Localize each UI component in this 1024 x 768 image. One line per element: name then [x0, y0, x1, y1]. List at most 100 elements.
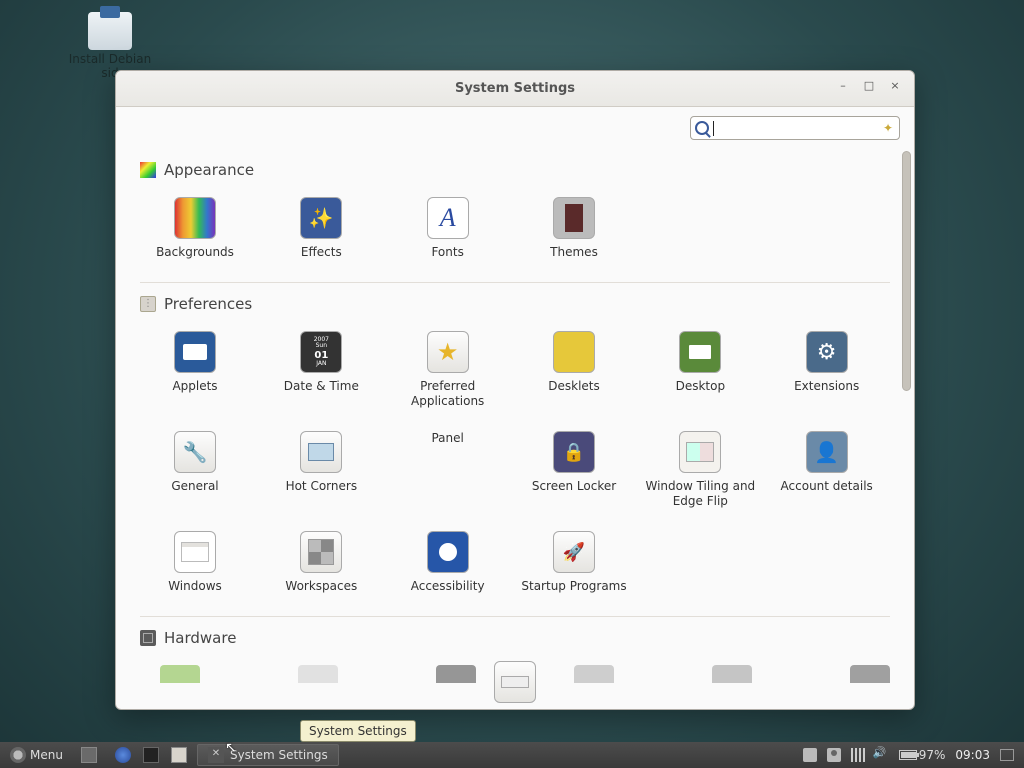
section-heading-label: Preferences: [164, 295, 252, 313]
settings-content: Appearance Backgrounds Effects A Fonts T: [116, 149, 914, 709]
settings-item-desktop[interactable]: Desktop: [645, 331, 755, 409]
settings-item-general[interactable]: General: [140, 431, 250, 509]
launcher-terminal[interactable]: [137, 744, 165, 766]
tiling-icon: [679, 431, 721, 473]
settings-item-label: Screen Locker: [519, 479, 629, 494]
hardware-section-icon: [140, 630, 156, 646]
settings-item-label: Startup Programs: [519, 579, 629, 594]
taskbar-item-label: System Settings: [230, 748, 328, 762]
taskbar-tooltip: System Settings: [300, 720, 416, 742]
windows-icon: [174, 531, 216, 573]
settings-item-label: Backgrounds: [140, 245, 250, 260]
calendar-icon: 2007 Sun 01 JAN: [300, 331, 342, 373]
search-box[interactable]: ✦: [690, 116, 900, 140]
search-input[interactable]: [714, 121, 881, 135]
settings-item-date-time[interactable]: 2007 Sun 01 JAN Date & Time: [266, 331, 376, 409]
settings-item-label: Desklets: [519, 379, 629, 394]
hot-corners-icon: [300, 431, 342, 473]
settings-item-label: Date & Time: [266, 379, 376, 394]
launcher-files[interactable]: [165, 744, 193, 766]
settings-item-desklets[interactable]: Desklets: [519, 331, 629, 409]
taskbar-item-system-settings[interactable]: System Settings: [197, 744, 339, 766]
settings-item-label: Accessibility: [393, 579, 503, 594]
titlebar[interactable]: System Settings – □ ×: [116, 71, 914, 107]
settings-item-label: Window Tiling and Edge Flip: [645, 479, 755, 509]
appearance-section-icon: [140, 162, 156, 178]
settings-item-fonts[interactable]: A Fonts: [393, 197, 503, 260]
user-icon: [806, 431, 848, 473]
system-tray: 97% 09:03: [803, 748, 1020, 762]
lock-icon: [553, 431, 595, 473]
workspaces-icon: [300, 531, 342, 573]
close-button[interactable]: ×: [888, 79, 902, 93]
settings-item-accessibility[interactable]: Accessibility: [393, 531, 503, 594]
settings-item-extensions[interactable]: Extensions: [772, 331, 882, 409]
section-heading-label: Hardware: [164, 629, 236, 647]
settings-item-effects[interactable]: Effects: [266, 197, 376, 260]
calendar-month: JAN: [314, 361, 329, 368]
fonts-icon: A: [427, 197, 469, 239]
section-heading-preferences: ⋮ Preferences: [140, 295, 890, 313]
settings-item-label: Windows: [140, 579, 250, 594]
section-heading-hardware: Hardware: [140, 629, 890, 647]
maximize-button[interactable]: □: [862, 79, 876, 93]
settings-item-label: Account details: [772, 479, 882, 494]
settings-item-hot-corners[interactable]: Hot Corners: [266, 431, 376, 509]
settings-item-account-details[interactable]: Account details: [772, 431, 882, 509]
system-settings-window: System Settings – □ × ✦ Appearance Backg…: [115, 70, 915, 710]
minimize-button[interactable]: –: [836, 79, 850, 93]
settings-item-label: Desktop: [645, 379, 755, 394]
themes-icon: [553, 197, 595, 239]
settings-item-window-tiling[interactable]: Window Tiling and Edge Flip: [645, 431, 755, 509]
section-appearance: Appearance Backgrounds Effects A Fonts T: [140, 161, 890, 260]
settings-item-themes[interactable]: Themes: [519, 197, 629, 260]
settings-item-label: Preferred Applications: [393, 379, 503, 409]
network-icon[interactable]: [851, 748, 865, 762]
settings-item-workspaces[interactable]: Workspaces: [266, 531, 376, 594]
scrollbar-thumb[interactable]: [902, 151, 911, 391]
section-preferences: ⋮ Preferences Applets 2007 Sun 01 JAN: [140, 295, 890, 594]
desktop-icon: [679, 331, 721, 373]
panel-clock[interactable]: 09:03: [955, 748, 990, 762]
system-settings-icon: [208, 747, 224, 763]
settings-item-applets[interactable]: Applets: [140, 331, 250, 409]
settings-item-preferred-applications[interactable]: Preferred Applications: [393, 331, 503, 409]
files-icon: [171, 747, 187, 763]
search-icon: [695, 121, 709, 135]
settings-item-label: General: [140, 479, 250, 494]
volume-icon[interactable]: [875, 748, 889, 762]
show-desktop-button[interactable]: [75, 744, 103, 766]
preferences-section-icon: ⋮: [140, 296, 156, 312]
search-clear-icon[interactable]: ✦: [881, 121, 895, 135]
gear-icon: [806, 331, 848, 373]
settings-item-label: Hot Corners: [266, 479, 376, 494]
section-hardware: Hardware: [140, 629, 890, 683]
settings-item-windows[interactable]: Windows: [140, 531, 250, 594]
settings-item-label: Panel: [393, 431, 503, 446]
section-heading-appearance: Appearance: [140, 161, 890, 179]
launcher-web-browser[interactable]: [109, 744, 137, 766]
removable-drives-icon[interactable]: [803, 748, 817, 762]
install-debian-icon: [88, 12, 132, 50]
section-heading-label: Appearance: [164, 161, 254, 179]
toolbar: ✦: [116, 107, 914, 149]
applets-icon: [174, 331, 216, 373]
settings-item-startup-programs[interactable]: Startup Programs: [519, 531, 629, 594]
menu-button[interactable]: Menu: [4, 744, 69, 766]
show-desktop-icon: [81, 747, 97, 763]
calendar-dow: Sun: [314, 343, 329, 350]
star-icon: [427, 331, 469, 373]
tray-end-icon[interactable]: [1000, 749, 1014, 761]
note-icon: [553, 331, 595, 373]
window-title: System Settings: [455, 81, 575, 96]
settings-item-label: Applets: [140, 379, 250, 394]
settings-item-label: Fonts: [393, 245, 503, 260]
settings-item-label: Extensions: [772, 379, 882, 394]
battery-indicator[interactable]: 97%: [899, 748, 946, 762]
user-applet-icon[interactable]: [827, 748, 841, 762]
settings-item-screen-locker[interactable]: Screen Locker: [519, 431, 629, 509]
settings-item-panel[interactable]: Panel: [393, 431, 503, 509]
vertical-scrollbar[interactable]: [902, 151, 912, 707]
settings-item-backgrounds[interactable]: Backgrounds: [140, 197, 250, 260]
hardware-items-partial: [140, 665, 890, 683]
